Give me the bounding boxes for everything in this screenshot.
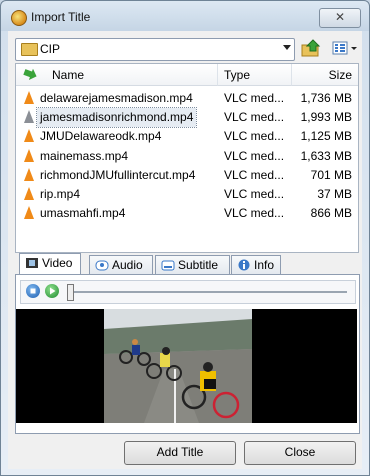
add-title-button[interactable]: Add Title bbox=[124, 441, 236, 465]
info-icon bbox=[238, 259, 250, 271]
vlc-cone-gray-icon bbox=[24, 110, 34, 124]
subtitle-icon bbox=[161, 260, 175, 271]
video-frame bbox=[104, 309, 252, 423]
title-bar[interactable]: Import Title ✕ bbox=[1, 1, 369, 31]
tab-audio-label: Audio bbox=[112, 258, 143, 272]
file-type: VLC med... bbox=[224, 187, 285, 201]
file-type: VLC med... bbox=[224, 91, 285, 105]
seek-track[interactable] bbox=[69, 291, 347, 293]
sort-arrow-icon bbox=[23, 68, 37, 80]
window-close-button[interactable]: ✕ bbox=[319, 8, 361, 28]
speaker-icon bbox=[95, 260, 109, 271]
file-name: rip.mp4 bbox=[40, 187, 81, 201]
tab-video-label: Video bbox=[42, 256, 73, 270]
dialog-body: CIP Name Type Size delawarejamesmadison.… bbox=[8, 31, 362, 469]
column-header-size[interactable]: Size bbox=[292, 64, 358, 86]
file-type: VLC med... bbox=[224, 148, 285, 163]
file-size: 37 MB bbox=[317, 187, 352, 201]
vlc-cone-icon bbox=[24, 206, 34, 220]
app-icon bbox=[11, 10, 27, 26]
up-folder-icon bbox=[301, 39, 321, 57]
file-size: 1,736 MB bbox=[300, 91, 352, 105]
video-tab-panel bbox=[15, 274, 360, 434]
cyclists-preview-image bbox=[104, 309, 252, 423]
vlc-cone-icon bbox=[24, 167, 34, 181]
tab-audio[interactable]: Audio bbox=[89, 255, 153, 274]
view-options-icon bbox=[332, 41, 357, 55]
vlc-cone-icon bbox=[24, 129, 34, 143]
file-size: 1,633 MB bbox=[300, 148, 352, 163]
seek-slider-thumb[interactable] bbox=[67, 284, 74, 301]
column-name-label: Name bbox=[52, 68, 85, 82]
file-list[interactable]: Name Type Size delawarejamesmadison.mp4 V… bbox=[15, 63, 359, 253]
file-type: VLC med... bbox=[224, 167, 285, 182]
folder-dropdown-value: CIP bbox=[40, 42, 61, 56]
file-name: JMUDelawareodk.mp4 bbox=[40, 129, 162, 144]
file-type: VLC med... bbox=[224, 110, 285, 125]
file-name: jamesmadisonrichmond.mp4 bbox=[35, 107, 198, 129]
stop-button[interactable] bbox=[26, 284, 40, 298]
tab-subtitle-label: Subtitle bbox=[178, 258, 219, 272]
up-folder-button[interactable] bbox=[300, 38, 322, 59]
tab-subtitle[interactable]: Subtitle bbox=[155, 255, 230, 274]
close-button[interactable]: Close bbox=[244, 441, 356, 465]
column-size-label: Size bbox=[328, 68, 352, 82]
file-name: mainemass.mp4 bbox=[40, 148, 129, 163]
tab-strip: Video Audio Subtitle Info bbox=[15, 253, 365, 275]
folder-dropdown[interactable]: CIP bbox=[15, 38, 295, 61]
file-size: 701 MB bbox=[310, 167, 352, 182]
chevron-down-icon bbox=[283, 45, 291, 50]
vlc-cone-icon bbox=[24, 187, 34, 200]
folder-icon bbox=[21, 43, 38, 56]
file-row[interactable]: rip.mp4 VLC med... 37 MB bbox=[16, 185, 358, 204]
file-name: richmondJMUfullintercut.mp4 bbox=[40, 167, 196, 182]
file-row[interactable]: delawarejamesmadison.mp4 VLC med... 1,736 … bbox=[16, 89, 358, 108]
file-row[interactable]: umasmahfi.mp4 VLC med... 866 MB bbox=[16, 204, 358, 223]
video-preview bbox=[16, 309, 357, 423]
file-type: VLC med... bbox=[224, 129, 285, 144]
film-icon bbox=[26, 258, 38, 268]
stop-icon bbox=[30, 288, 36, 294]
tab-info-label: Info bbox=[254, 258, 275, 272]
vlc-cone-icon bbox=[24, 148, 34, 162]
vlc-cone-icon bbox=[24, 91, 34, 104]
views-menu-button[interactable] bbox=[330, 38, 360, 59]
file-row[interactable]: richmondJMUfullintercut.mp4 VLC med... 701… bbox=[16, 166, 358, 185]
file-row[interactable]: mainemass.mp4 VLC med... 1,633 MB bbox=[16, 147, 358, 166]
file-row[interactable]: JMUDelawareodk.mp4 VLC med... 1,125 MB bbox=[16, 127, 358, 146]
file-size: 866 MB bbox=[310, 206, 352, 221]
column-header-type[interactable]: Type bbox=[218, 64, 292, 86]
tab-info[interactable]: Info bbox=[231, 255, 281, 274]
file-name: umasmahfi.mp4 bbox=[40, 206, 126, 221]
tab-video[interactable]: Video bbox=[19, 253, 81, 275]
file-name: delawarejamesmadison.mp4 bbox=[40, 91, 193, 105]
import-title-window: Import Title ✕ CIP Name Type Size delawa… bbox=[0, 0, 370, 476]
play-button[interactable] bbox=[45, 284, 59, 298]
file-size: 1,125 MB bbox=[300, 129, 352, 144]
file-row[interactable]: jamesmadisonrichmond.mp4 VLC med... 1,993 … bbox=[16, 107, 358, 129]
file-type: VLC med... bbox=[224, 206, 285, 221]
player-controls bbox=[20, 280, 356, 304]
window-title: Import Title bbox=[31, 10, 91, 24]
column-type-label: Type bbox=[224, 68, 251, 82]
column-header-name[interactable]: Name bbox=[16, 64, 218, 86]
play-icon bbox=[50, 287, 56, 295]
file-size: 1,993 MB bbox=[300, 110, 352, 125]
